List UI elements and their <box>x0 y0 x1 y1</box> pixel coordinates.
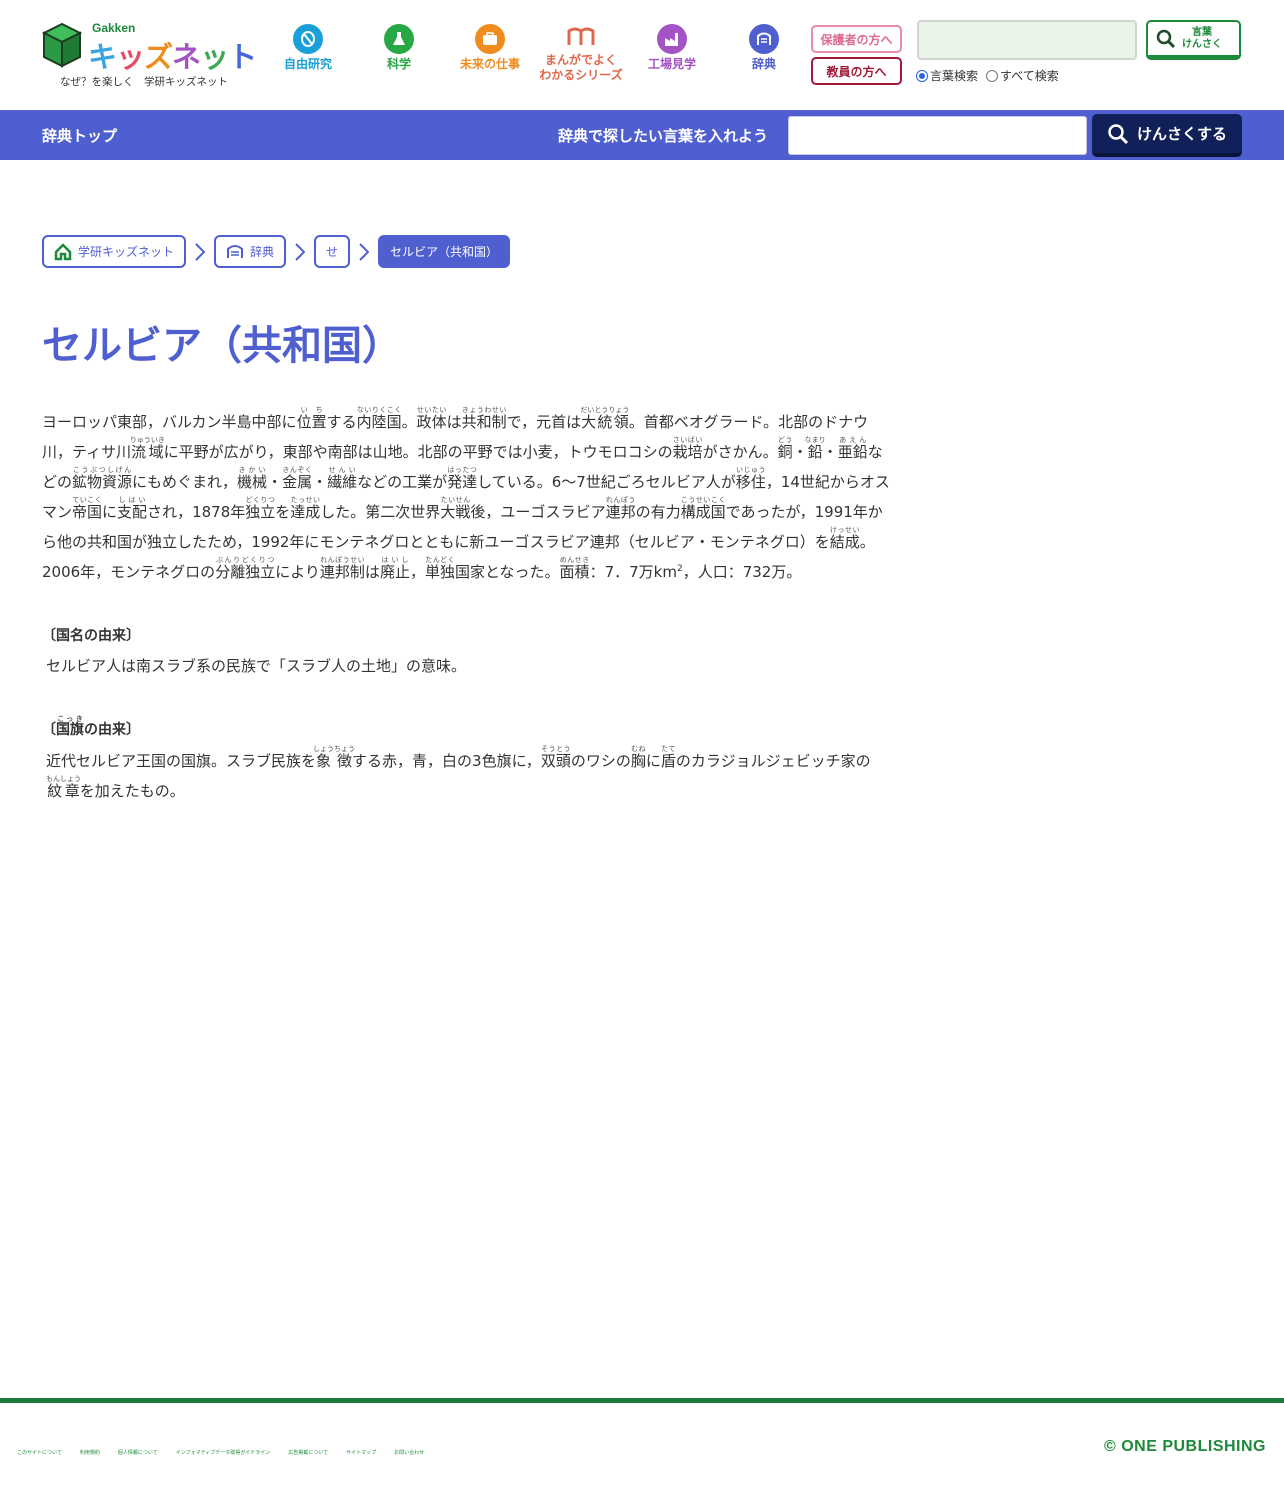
article-description: ヨーロッパ東部，バルカン半島中部に位置いちする内陸国ないりくこく。政体せいたいは… <box>42 406 890 581</box>
chevron-right-icon <box>186 242 214 262</box>
article-body: ヨーロッパ東部，バルカン半島中部に位置いちする内陸国ないりくこく。政体せいたいは… <box>42 406 894 806</box>
radio-selected-icon <box>916 69 928 82</box>
logo-name: キッズネット <box>88 40 257 74</box>
site-search-button[interactable]: 言葉 けんさく <box>1146 20 1241 60</box>
breadcrumb-current: セルビア（共和国） <box>378 235 511 268</box>
nav-future-jobs[interactable]: 未来の仕事 <box>444 24 536 72</box>
nav-label: 辞典 <box>751 57 776 71</box>
nav-dictionary[interactable]: 辞典 <box>718 24 810 72</box>
teachers-button[interactable]: 教員の方へ <box>811 57 902 85</box>
site-logo[interactable]: Gakken キッズネット なぜ？を楽しく 学研キッズネット <box>40 18 257 90</box>
nav-label: 工場見学 <box>647 57 696 71</box>
dictionary-bar: 辞典トップ 辞典で探したい言葉を入れよう けんさくする <box>0 110 1284 160</box>
nav-label: まんがでよく わかるシリーズ <box>539 53 623 82</box>
book-open-icon <box>566 22 596 52</box>
footer-link[interactable]: 広告掲載について <box>288 1449 328 1456</box>
search-icon <box>1108 123 1129 144</box>
footer-link[interactable]: インフォマティブデータ取得ガイドライン <box>176 1449 271 1456</box>
radio-all-search[interactable]: すべて検索 <box>986 67 1059 84</box>
breadcrumb-home[interactable]: 学研キッズネット <box>42 235 187 268</box>
nav-label: 自由研究 <box>283 57 332 71</box>
logo-cube-icon <box>42 22 82 68</box>
chevron-right-icon <box>286 242 314 262</box>
briefcase-icon <box>475 24 505 54</box>
dictionary-icon <box>227 244 244 258</box>
site-footer: このサイトについて 利用規約 個人情報について インフォマティブデータ取得ガイド… <box>0 1398 1284 1498</box>
radio-unselected-icon <box>986 69 999 82</box>
page-title: セルビア（共和国） <box>42 323 402 369</box>
dictionary-search-button[interactable]: けんさくする <box>1092 114 1242 157</box>
search-mode-radios: 言葉検索 すべて検索 <box>916 67 1059 84</box>
breadcrumb: 学研キッズネット 辞典 せ セルビア（共和国） <box>42 235 511 268</box>
nav-label: 科学 <box>386 57 411 71</box>
footer-link[interactable]: お問い合わせ <box>394 1449 424 1456</box>
dictionary-icon <box>749 24 779 54</box>
dictionary-search-input[interactable] <box>788 116 1087 155</box>
site-search-button-label: 言葉 けんさく <box>1182 26 1222 50</box>
logo-tagline: なぜ？を楽しく 学研キッズネット <box>60 76 228 88</box>
nav-manga-series[interactable]: まんがでよく わかるシリーズ <box>535 22 627 83</box>
home-icon <box>54 242 72 260</box>
chevron-right-icon <box>350 242 378 262</box>
parents-button[interactable]: 保護者の方へ <box>811 25 902 53</box>
flag-origin-text: 近代セルビア王国の国旗。スラブ民族を象徴しょうちょうする赤，青，白の3色旗に，双… <box>46 745 871 800</box>
name-origin-text: セルビア人は南スラブ系の民族で「スラブ人の土地」の意味。 <box>46 657 467 675</box>
dictionary-search-prompt: 辞典で探したい言葉を入れよう <box>558 127 769 145</box>
footer-link[interactable]: サイトマップ <box>346 1449 376 1456</box>
footer-links: このサイトについて 利用規約 個人情報について インフォマティブデータ取得ガイド… <box>17 1449 424 1456</box>
factory-icon <box>657 24 687 54</box>
flask-icon <box>384 24 414 54</box>
search-icon <box>1156 29 1176 48</box>
copyright: © ONE PUBLISHING <box>1103 1438 1266 1455</box>
nav-science[interactable]: 科学 <box>353 24 445 72</box>
footer-link[interactable]: 個人情報について <box>118 1449 158 1456</box>
footer-link[interactable]: このサイトについて <box>17 1449 62 1456</box>
section-heading-flag-origin: 〔国旗こっきの由来〕 <box>42 715 140 738</box>
nav-label: 未来の仕事 <box>459 57 520 71</box>
nav-factory-tour[interactable]: 工場見学 <box>626 24 718 72</box>
footer-link[interactable]: 利用規約 <box>80 1449 100 1456</box>
dictionary-top-link[interactable]: 辞典トップ <box>42 125 117 146</box>
logo-brand: Gakken <box>92 21 136 35</box>
site-search-input[interactable] <box>917 20 1137 60</box>
section-heading-name-origin: 〔国名の由来〕 <box>42 628 140 644</box>
radio-word-search[interactable]: 言葉検索 <box>916 67 978 84</box>
breadcrumb-index-se[interactable]: せ <box>314 235 351 268</box>
site-header: Gakken キッズネット なぜ？を楽しく 学研キッズネット 自由研究 科学 未… <box>0 0 1284 110</box>
nav-research[interactable]: 自由研究 <box>262 24 354 72</box>
research-icon <box>293 24 323 54</box>
breadcrumb-dictionary[interactable]: 辞典 <box>214 235 287 268</box>
